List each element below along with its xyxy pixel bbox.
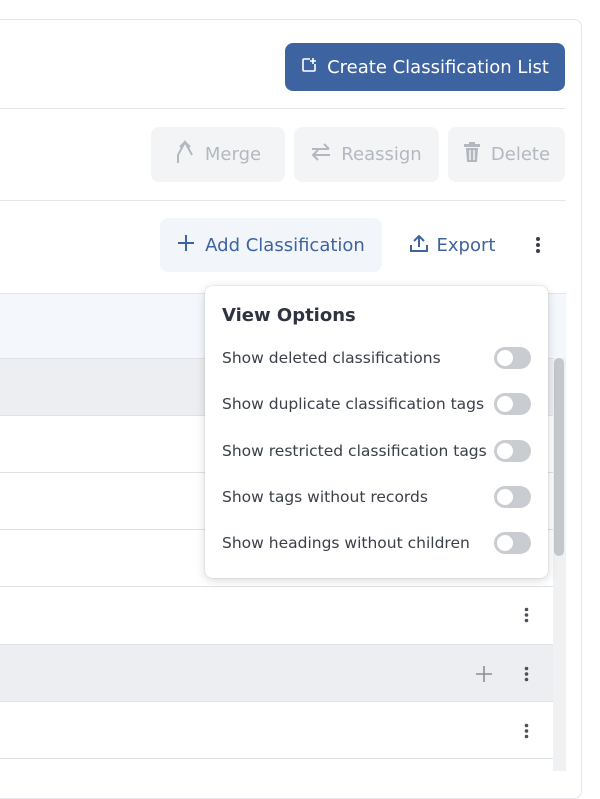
delete-label: Delete xyxy=(490,144,551,165)
swap-arrows-icon xyxy=(311,143,331,166)
row-actions-icon[interactable] xyxy=(516,664,536,684)
add-child-icon[interactable] xyxy=(474,664,494,684)
create-classification-list-label: Create Classification List xyxy=(327,56,549,78)
option-show-duplicate: Show duplicate classification tags xyxy=(222,393,532,417)
create-classification-list-button[interactable]: Create Classification List xyxy=(285,43,565,91)
merge-button[interactable]: Merge xyxy=(151,127,285,182)
option-label: Show restricted classification tags xyxy=(222,442,487,460)
merge-label: Merge xyxy=(204,144,262,165)
option-label: Show tags without records xyxy=(222,488,428,506)
option-label: Show duplicate classification tags xyxy=(222,395,485,413)
upload-icon xyxy=(409,234,428,257)
option-show-deleted: Show deleted classifications xyxy=(222,347,532,371)
toggle-knob xyxy=(497,489,513,505)
add-classification-label: Add Classification xyxy=(205,234,365,256)
row-actions-icon[interactable] xyxy=(516,605,536,625)
table-row[interactable] xyxy=(0,645,566,702)
table-row[interactable] xyxy=(0,587,566,645)
merge-icon xyxy=(175,139,195,170)
option-show-tags-without-records: Show tags without records xyxy=(222,486,532,510)
option-show-restricted: Show restricted classification tags xyxy=(222,440,532,464)
row-actions-icon[interactable] xyxy=(516,721,536,741)
option-show-headings-without-children: Show headings without children xyxy=(222,532,532,556)
scrollbar-thumb[interactable] xyxy=(554,358,564,556)
add-list-icon xyxy=(301,57,317,78)
reassign-button[interactable]: Reassign xyxy=(294,127,439,182)
trash-icon xyxy=(463,142,481,167)
option-label: Show deleted classifications xyxy=(222,349,441,367)
toggle-knob xyxy=(497,396,513,412)
toggle-knob xyxy=(497,350,513,366)
show-deleted-toggle[interactable] xyxy=(494,347,531,369)
delete-button[interactable]: Delete xyxy=(448,127,565,182)
export-button[interactable]: Export xyxy=(405,218,500,272)
option-label: Show headings without children xyxy=(222,534,470,552)
export-label: Export xyxy=(436,234,496,256)
toggle-knob xyxy=(497,443,513,459)
show-headings-without-children-toggle[interactable] xyxy=(494,532,531,554)
show-duplicate-toggle[interactable] xyxy=(494,393,531,415)
plus-icon xyxy=(177,234,195,257)
table-row[interactable] xyxy=(0,702,566,759)
toggle-knob xyxy=(497,535,513,551)
show-restricted-toggle[interactable] xyxy=(494,440,531,462)
show-tags-without-records-toggle[interactable] xyxy=(494,486,531,508)
more-options-icon[interactable] xyxy=(528,235,548,255)
add-classification-button[interactable]: Add Classification xyxy=(160,218,382,272)
view-options-title: View Options xyxy=(222,305,356,326)
view-options-popover: View Options Show deleted classification… xyxy=(205,286,548,578)
divider xyxy=(0,108,566,109)
divider xyxy=(0,200,566,201)
reassign-label: Reassign xyxy=(341,144,422,165)
